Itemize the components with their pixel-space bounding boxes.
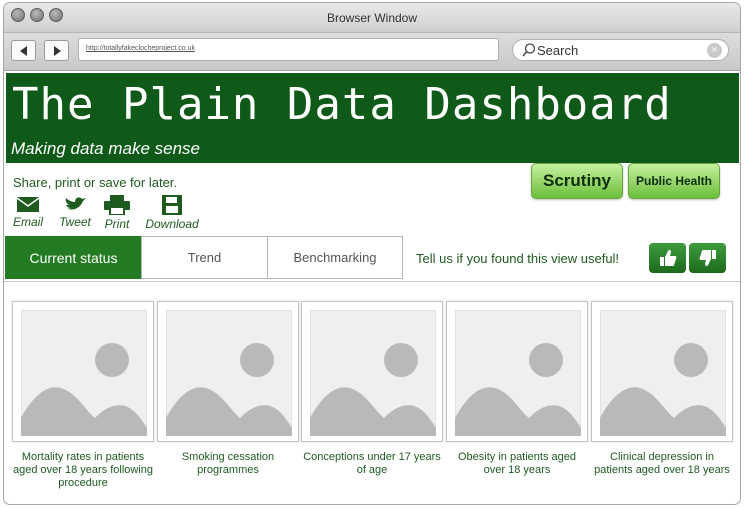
header-banner: The Plain Data Dashboard Making data mak… (6, 73, 739, 163)
thumbs-up-icon (659, 249, 676, 266)
envelope-icon (16, 197, 40, 212)
title-bar: Browser Window (4, 3, 740, 33)
indicator-caption: Obesity in patients aged over 18 years (457, 451, 577, 476)
public-health-button[interactable]: Public Health (628, 163, 720, 199)
print-label: Print (104, 217, 130, 231)
image-placeholder-icon (310, 310, 436, 436)
tab-benchmarking[interactable]: Benchmarking (267, 236, 403, 279)
indicator-card[interactable] (157, 301, 299, 442)
image-placeholder-icon (21, 310, 147, 436)
back-arrow-icon (19, 45, 27, 56)
browser-window: Browser Window http://totallyfakeclochep… (3, 2, 741, 505)
tweet-share-button[interactable]: Tweet (56, 195, 94, 229)
email-label: Email (12, 215, 43, 229)
image-placeholder-icon (600, 310, 726, 436)
thumbs-down-button[interactable] (689, 243, 726, 273)
address-bar[interactable]: http://totallyfakeclocheproject.co.uk (78, 38, 499, 61)
content-divider (4, 281, 740, 282)
indicator-card[interactable] (301, 301, 443, 442)
download-button[interactable]: Download (142, 195, 202, 231)
forward-button[interactable] (44, 40, 69, 61)
printer-icon (104, 195, 130, 215)
scrutiny-button[interactable]: Scrutiny (531, 163, 623, 199)
page-subtitle: Making data make sense (11, 139, 200, 158)
window-title: Browser Window (326, 11, 418, 25)
print-button[interactable]: Print (102, 195, 132, 231)
bird-icon (65, 197, 86, 210)
image-placeholder-icon (166, 310, 292, 436)
browser-toolbar: http://totallyfakeclocheproject.co.uk Se… (4, 33, 740, 71)
tweet-label: Tweet (59, 215, 91, 229)
indicator-card[interactable] (12, 301, 154, 442)
search-input[interactable]: Search × (512, 39, 729, 61)
search-placeholder: Search (537, 43, 579, 58)
indicator-caption: Conceptions under 17 years of age (303, 451, 441, 476)
floppy-disk-icon (162, 195, 182, 215)
image-placeholder-icon (455, 310, 581, 436)
share-prompt: Share, print or save for later. (13, 175, 178, 190)
download-label: Download (145, 217, 199, 231)
indicator-caption: Mortality rates in patients aged over 18… (12, 451, 154, 489)
tab-trend[interactable]: Trend (141, 236, 268, 279)
search-icon (522, 43, 535, 57)
email-share-button[interactable]: Email (11, 195, 45, 229)
thumbs-down-icon (699, 250, 716, 267)
feedback-prompt: Tell us if you found this view useful! (416, 251, 620, 266)
indicator-caption: Smoking cessation programmes (181, 451, 275, 476)
indicator-caption: Clinical depression in patients aged ove… (594, 451, 730, 476)
forward-arrow-icon (53, 45, 61, 56)
clear-search-icon[interactable]: × (707, 43, 722, 58)
indicator-card[interactable] (591, 301, 733, 442)
thumbs-up-button[interactable] (649, 243, 686, 273)
indicator-card[interactable] (446, 301, 588, 442)
back-button[interactable] (11, 40, 36, 61)
tab-current-status[interactable]: Current status (5, 236, 142, 279)
page-title: The Plain Data Dashboard (12, 79, 672, 130)
